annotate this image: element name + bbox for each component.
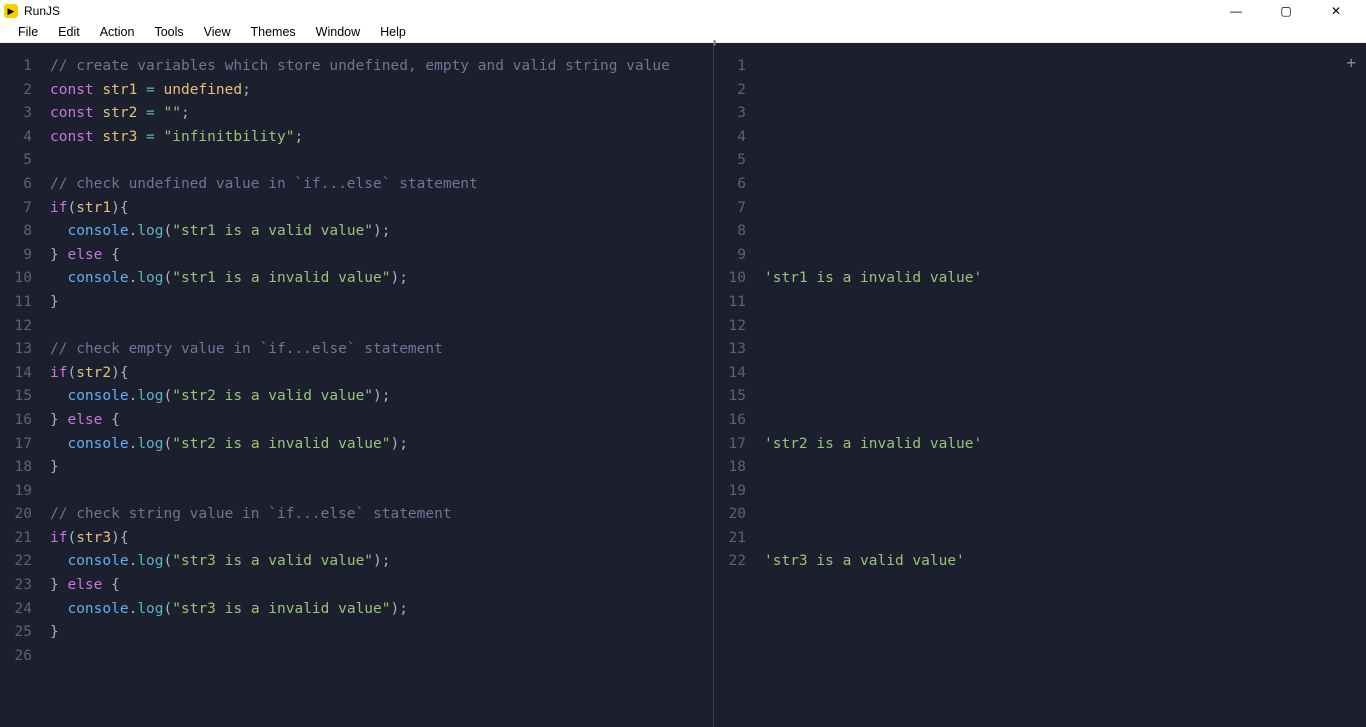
line-gutter-right: 12345678910111213141516171819202122 bbox=[714, 43, 756, 727]
line-gutter-left: 1234567891011121314151617181920212223242… bbox=[0, 43, 42, 727]
minimize-icon[interactable]: — bbox=[1220, 4, 1252, 18]
code-pane[interactable]: 1234567891011121314151617181920212223242… bbox=[0, 43, 714, 727]
output-content: 'str1 is a invalid value' 'str2 is a inv… bbox=[756, 43, 1366, 727]
titlebar: ▶ RunJS — ▢ ✕ bbox=[0, 0, 1366, 22]
output-pane: 12345678910111213141516171819202122 'str… bbox=[714, 43, 1366, 727]
close-icon[interactable]: ✕ bbox=[1320, 4, 1352, 18]
app-title: RunJS bbox=[24, 4, 60, 18]
menu-edit[interactable]: Edit bbox=[48, 23, 90, 41]
plus-icon[interactable]: + bbox=[1346, 53, 1356, 72]
menu-view[interactable]: View bbox=[194, 23, 241, 41]
code-content[interactable]: // create variables which store undefine… bbox=[42, 43, 713, 727]
menu-action[interactable]: Action bbox=[90, 23, 145, 41]
app-icon: ▶ bbox=[4, 4, 18, 18]
maximize-icon[interactable]: ▢ bbox=[1270, 4, 1302, 18]
menubar: File Edit Action Tools View Themes Windo… bbox=[0, 22, 1366, 43]
editor-area: ⬍ 12345678910111213141516171819202122232… bbox=[0, 43, 1366, 727]
menu-file[interactable]: File bbox=[8, 23, 48, 41]
menu-tools[interactable]: Tools bbox=[144, 23, 193, 41]
menu-themes[interactable]: Themes bbox=[241, 23, 306, 41]
menu-help[interactable]: Help bbox=[370, 23, 416, 41]
menu-window[interactable]: Window bbox=[306, 23, 370, 41]
